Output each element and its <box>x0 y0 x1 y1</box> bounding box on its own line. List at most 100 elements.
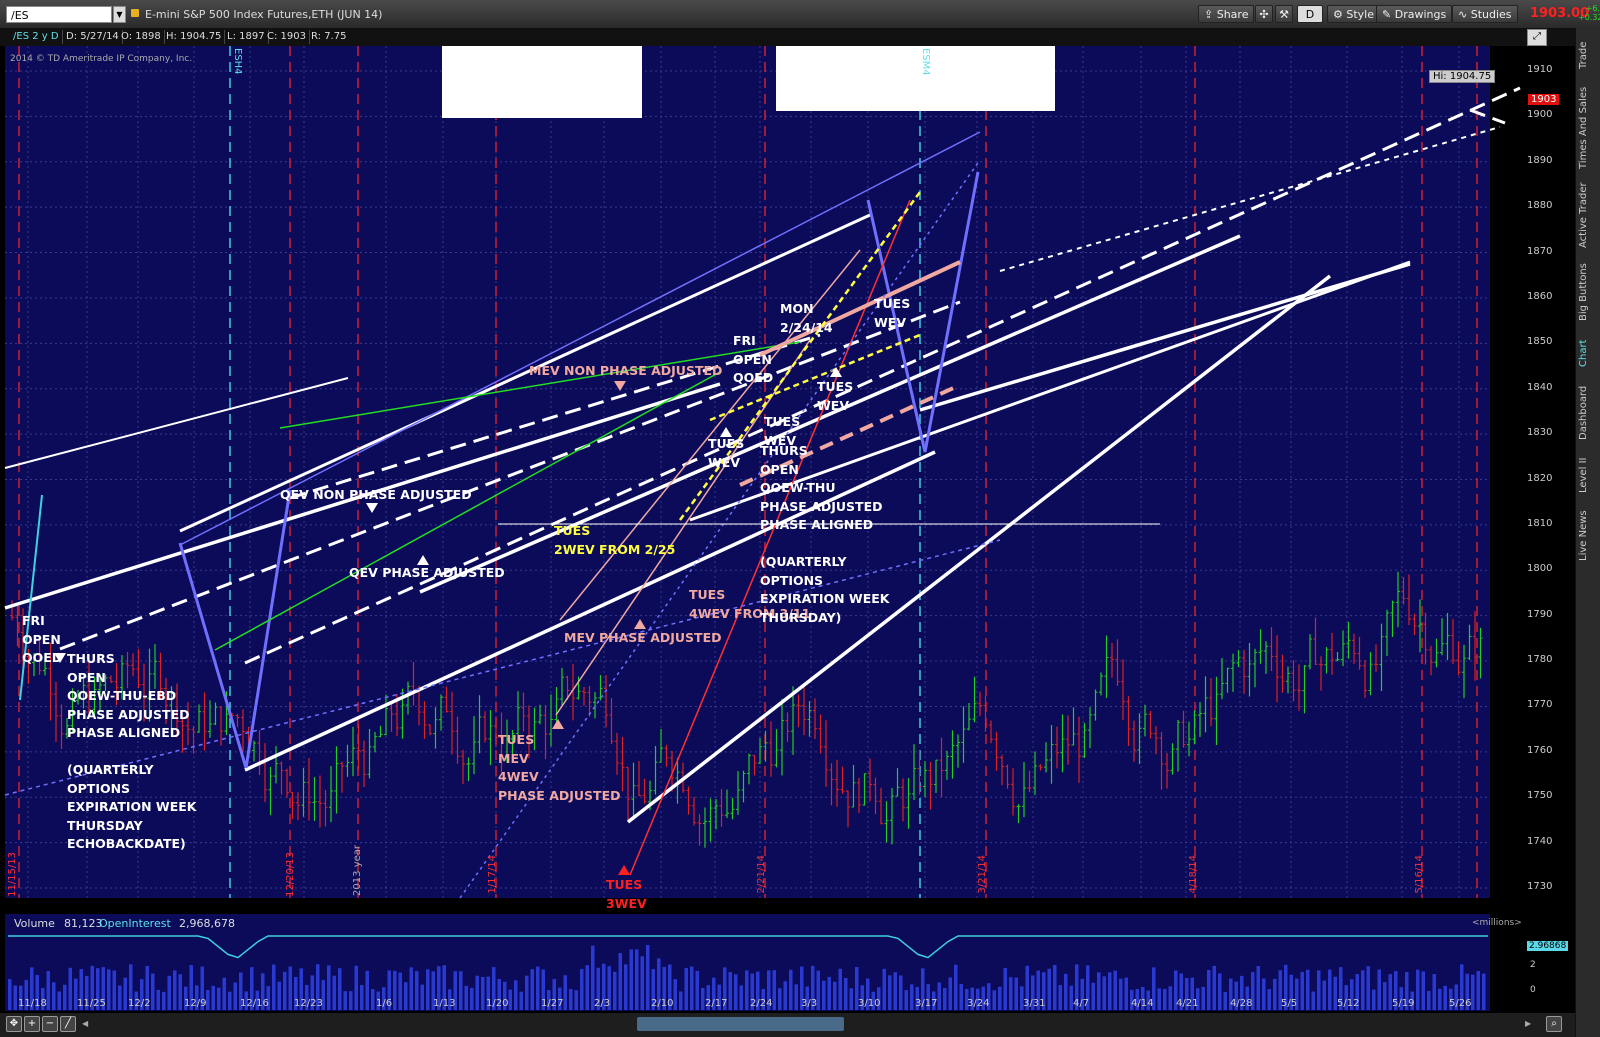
price-tick-label: 1830 <box>1527 427 1553 439</box>
tab-times-and-sales[interactable]: Times And Sales <box>1578 83 1598 173</box>
date-tick-label: 1/13 <box>433 998 456 1009</box>
share-button[interactable]: ⇪ Share <box>1198 5 1255 23</box>
volume-bar <box>211 985 215 1010</box>
price-tick-label: 1820 <box>1527 472 1553 484</box>
bar-range: R: 7.75 <box>311 31 347 42</box>
symbol-input[interactable]: /ES <box>6 6 112 23</box>
volume-bar <box>1207 969 1211 1010</box>
volume-bar <box>1108 972 1112 1010</box>
price-tick-label: 1740 <box>1527 835 1553 847</box>
volume-bar <box>739 985 743 1010</box>
annotation-fri-open: FRI OPEN QOED <box>733 333 774 385</box>
plot-background <box>5 46 1490 898</box>
chart-navigation-bar: ✥ + − ╱ ◀ ▶ ⌕ <box>0 1013 1575 1037</box>
tab-live-news[interactable]: Live News <box>1578 506 1598 566</box>
volume-bar <box>57 991 61 1010</box>
volume-bar <box>772 970 776 1010</box>
date-tick-label: 1/6 <box>376 998 393 1009</box>
zoom-icon[interactable]: ⌕ <box>1546 1016 1562 1032</box>
volume-bar <box>618 952 622 1010</box>
volume-bar <box>1009 977 1013 1010</box>
date-tick-label: 3/3 <box>801 998 818 1009</box>
volume-bar <box>1014 977 1018 1010</box>
volume-bar <box>948 977 952 1010</box>
date-tick-label: 5/26 <box>1449 998 1472 1009</box>
volume-bar <box>563 975 567 1010</box>
volume-bar <box>1317 970 1321 1010</box>
volume-bar <box>1471 974 1475 1010</box>
volume-bar <box>167 975 171 1010</box>
tab-chart[interactable]: Chart <box>1578 333 1598 373</box>
date-tick-label: 5/12 <box>1337 998 1360 1009</box>
change-percent: +0.32% <box>1578 13 1600 22</box>
volume-bar <box>327 965 331 1010</box>
volume-bar <box>1064 973 1068 1010</box>
draw-line-icon[interactable]: ╱ <box>60 1016 76 1032</box>
studies-button[interactable]: ∿ Studies <box>1452 5 1518 23</box>
contract-roll-label: ESH4 <box>232 48 243 75</box>
volume-bar <box>398 972 402 1010</box>
volume-bar <box>420 984 424 1010</box>
vertical-date-label: 4/18/14 <box>1188 855 1199 894</box>
expand-icon[interactable]: ⤢ <box>1527 29 1547 46</box>
studies-icon: ∿ <box>1458 8 1471 21</box>
date-tick-label: 4/21 <box>1176 998 1199 1009</box>
volume-bar <box>107 969 111 1010</box>
pan-icon[interactable]: ✥ <box>6 1016 22 1032</box>
volume-bar <box>640 956 644 1010</box>
volume-bar <box>789 969 793 1010</box>
scroll-left-icon[interactable]: ◀ <box>82 1019 90 1029</box>
volume-bar <box>684 968 688 1010</box>
volume-bar <box>1443 985 1447 1010</box>
style-button[interactable]: ⚙ Style <box>1327 5 1380 23</box>
annotation-fri-open: FRI OPEN QOED <box>22 613 63 665</box>
volume-bar <box>459 971 463 1010</box>
volume-bar <box>838 968 842 1010</box>
tab-level-ii[interactable]: Level II <box>1578 453 1598 498</box>
volume-tick: 0 <box>1530 985 1536 995</box>
volume-bar <box>646 945 650 1010</box>
zoom-in-icon[interactable]: + <box>24 1016 40 1032</box>
chart-period[interactable]: /ES 2 y D <box>10 30 63 44</box>
tab-dashboard[interactable]: Dashboard <box>1578 383 1598 443</box>
volume-bar <box>937 982 941 1010</box>
volume-bar <box>679 991 683 1010</box>
date-tick-label: 1/20 <box>486 998 509 1009</box>
vertical-date-label: 1/17/14 <box>487 855 498 894</box>
volume-bar <box>695 970 699 1010</box>
aggregation-button[interactable]: D <box>1297 5 1323 23</box>
tab-big-buttons[interactable]: Big Buttons <box>1578 260 1598 325</box>
date-tick-label: 12/23 <box>294 998 323 1009</box>
volume-bar <box>1124 977 1128 1010</box>
zoom-out-icon[interactable]: − <box>42 1016 58 1032</box>
contract-roll-label: ESM4 <box>920 48 931 76</box>
volume-bar <box>162 991 166 1010</box>
crosshair-tool-icon[interactable]: ✣ <box>1255 5 1273 23</box>
volume-units: <millions> <box>1472 918 1522 928</box>
tab-active-trader[interactable]: Active Trader <box>1578 180 1598 250</box>
volume-bar <box>288 966 292 1010</box>
symbol-dropdown-icon[interactable]: ▼ <box>113 6 126 23</box>
volume-bar <box>46 970 50 1010</box>
volume-bar <box>728 972 732 1010</box>
current-price-tag: 1903 <box>1528 94 1560 105</box>
tab-trade[interactable]: Trade <box>1578 36 1598 74</box>
volume-bar <box>8 979 12 1010</box>
volume-bar <box>1328 969 1332 1010</box>
wrench-icon[interactable]: ⚒ <box>1275 5 1293 23</box>
date-tick-label: 2/24 <box>750 998 773 1009</box>
drawings-button[interactable]: ✎ Drawings <box>1376 5 1453 23</box>
volume-bar <box>112 970 116 1010</box>
date-tick-label: 3/17 <box>915 998 938 1009</box>
volume-bar <box>1212 965 1216 1010</box>
date-tick-label: 11/25 <box>77 998 106 1009</box>
volume-bar <box>13 985 17 1010</box>
volume-bar <box>701 987 705 1010</box>
price-tick-label: 1800 <box>1527 563 1553 575</box>
volume-bar <box>63 984 67 1010</box>
volume-bar <box>624 964 628 1010</box>
volume-bar <box>360 985 364 1010</box>
scrollbar-thumb[interactable] <box>637 1017 844 1031</box>
date-tick-label: 5/19 <box>1392 998 1415 1009</box>
scroll-right-icon[interactable]: ▶ <box>1525 1019 1531 1028</box>
